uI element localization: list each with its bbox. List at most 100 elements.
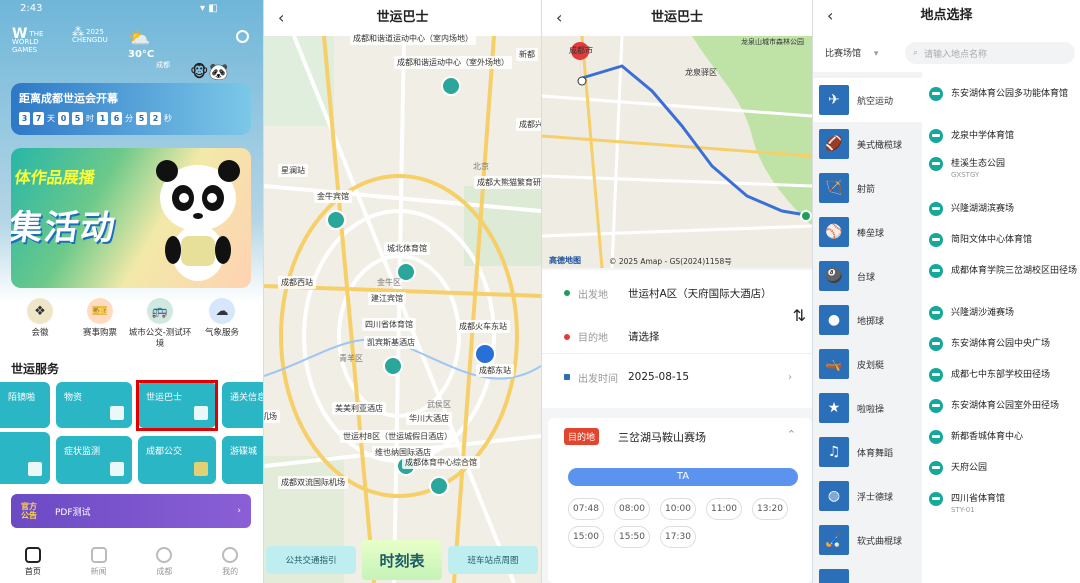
- category-item[interactable]: ★ 啦啦操: [813, 386, 922, 430]
- map-label[interactable]: 华川大酒店: [406, 412, 452, 425]
- venue-item[interactable]: 简阳文体中心体育馆: [929, 232, 1077, 247]
- map-label[interactable]: 成都火车东站: [456, 320, 510, 333]
- map-label[interactable]: 新都: [516, 48, 538, 61]
- header: ‹ 地点选择: [813, 0, 1080, 32]
- destination-value: 请选择: [628, 331, 660, 343]
- map-label[interactable]: 美美利亚酒店: [332, 402, 386, 415]
- map-label[interactable]: 武侯区: [424, 398, 454, 411]
- venue-item[interactable]: 东安湖体育公园中央广场: [929, 336, 1077, 351]
- page-title: 世运巴士: [650, 10, 703, 25]
- category-item[interactable]: ♫ 体育舞蹈: [813, 430, 922, 474]
- weather-widget[interactable]: ⛅ 30°C 成都: [128, 28, 170, 70]
- map-label[interactable]: 金牛宾馆: [314, 190, 352, 203]
- map-label[interactable]: 北京: [470, 160, 492, 173]
- tile-scan[interactable]: 陌镜啪啪审: [0, 382, 50, 428]
- venue-item[interactable]: 兴隆湖湖滨赛场: [929, 201, 1077, 216]
- tile-customs[interactable]: 通关信息: [222, 382, 263, 428]
- map-label[interactable]: 凯宾斯基酒店: [364, 336, 418, 349]
- map-label[interactable]: 城北体育馆: [384, 242, 430, 255]
- map-label[interactable]: 成都西站: [278, 276, 316, 289]
- departure-time-chip[interactable]: 08:00: [614, 498, 650, 520]
- map-label[interactable]: 成都兴: [516, 118, 541, 131]
- category-item[interactable]: 🎱 台球: [813, 254, 922, 298]
- back-arrow-icon[interactable]: ‹: [827, 0, 833, 32]
- category-item[interactable]: 🏹 射箭: [813, 166, 922, 210]
- category-item[interactable]: ● 地掷球: [813, 298, 922, 342]
- city-map[interactable]: [264, 36, 541, 583]
- announcement-bar[interactable]: 官方公告 PDF测试 ›: [11, 494, 251, 528]
- nav-news[interactable]: 新闻: [90, 546, 107, 577]
- map-label[interactable]: 成都双流国际机场: [278, 476, 348, 489]
- departure-time-chip[interactable]: 10:00: [660, 498, 696, 520]
- nav-home[interactable]: 首页: [24, 546, 41, 577]
- venue-item[interactable]: 东安湖体育公园室外田径场: [929, 398, 1077, 413]
- public-transit-button[interactable]: 公共交通指引: [266, 546, 356, 574]
- venue-item[interactable]: 桂溪生态公园 GXSTGY: [929, 156, 1077, 179]
- countdown-card[interactable]: 距离成都世运会开幕 37天05时16分52秒: [11, 83, 251, 135]
- venue-item[interactable]: 四川省体育馆 STY-01: [929, 491, 1077, 514]
- map-label[interactable]: 成都大熊猫繁育研究基地: [474, 176, 541, 189]
- map-label[interactable]: 成都和谐运动中心（室外场地）: [394, 56, 512, 69]
- collapse-icon[interactable]: ⌃: [787, 428, 796, 441]
- origin-row[interactable]: 出发地 世运村A区（天府国际大酒店）: [542, 276, 812, 310]
- map-label[interactable]: 建江宾馆: [368, 292, 406, 305]
- departure-time-chip[interactable]: 07:48: [568, 498, 604, 520]
- category-item[interactable]: 🏑 软式曲棍球: [813, 518, 922, 562]
- search-input[interactable]: ⌕ 请输入地点名称: [905, 42, 1075, 64]
- promo-banner[interactable]: 体作品展播 集活动: [11, 148, 251, 288]
- venue-text: 兴隆湖湖滨赛场: [951, 201, 1014, 214]
- nav-chengdu[interactable]: 成都: [156, 546, 173, 577]
- destination-row[interactable]: 目的地 请选择: [542, 320, 812, 354]
- category-item[interactable]: ⚾ 棒垒球: [813, 210, 922, 254]
- category-item[interactable]: 🛶 皮划艇: [813, 342, 922, 386]
- tile-city-tour[interactable]: 游碟城: [222, 436, 263, 484]
- filter-dropdown[interactable]: 比赛场馆 ▾: [825, 46, 878, 59]
- quick-bus[interactable]: 🚌 城市公交-测试环境: [128, 298, 192, 350]
- tile-chengdu-bus[interactable]: 成都公交: [138, 436, 216, 484]
- map-label[interactable]: 四川省体育馆: [362, 318, 416, 331]
- back-arrow-icon[interactable]: ‹: [278, 0, 284, 36]
- departure-time-chip[interactable]: 15:50: [614, 526, 650, 548]
- quick-tickets[interactable]: 🎫 赛事购票: [68, 298, 132, 339]
- venue-item[interactable]: 天府公园: [929, 460, 1077, 475]
- route-tab[interactable]: TA: [568, 468, 798, 486]
- tile-symptom[interactable]: 症状监测: [56, 436, 132, 484]
- map-label[interactable]: 成都东站: [476, 364, 514, 377]
- date-row[interactable]: 出发时间 2025-08-15 ›: [542, 360, 812, 394]
- home-screen: 2:43 ▾ ◧ W THE WORLD GAMES ⁂ 2025 CHENGDU …: [0, 0, 263, 583]
- tile-supplies[interactable]: 物资: [56, 382, 132, 428]
- category-item[interactable]: ✈ 航空运动: [813, 78, 922, 122]
- map-label[interactable]: 金牛区: [374, 276, 404, 289]
- map-label[interactable]: 青羊区: [336, 352, 366, 365]
- departure-time-chip[interactable]: 11:00: [706, 498, 742, 520]
- venue-item[interactable]: 成都七中东部学校田径场: [929, 367, 1077, 382]
- map-label[interactable]: 成都和谐道运动中心（室内场地）: [350, 32, 476, 45]
- venue-item[interactable]: 东安湖体育公园多功能体育馆: [929, 86, 1077, 101]
- panda-mascot: [156, 160, 240, 281]
- map-label[interactable]: 世运村8区（世运城假日酒店）: [340, 430, 456, 443]
- venue-item[interactable]: 新都香城体育中心: [929, 429, 1077, 444]
- map-label[interactable]: 成都体育中心综合馆: [402, 456, 480, 469]
- station-map-button[interactable]: 班车站点周图: [448, 546, 538, 574]
- swap-icon[interactable]: ⇅: [793, 306, 806, 325]
- category-item[interactable]: [813, 562, 922, 583]
- search-icon[interactable]: [236, 30, 249, 43]
- map-label[interactable]: 机场: [264, 410, 280, 423]
- back-arrow-icon[interactable]: ‹: [556, 0, 562, 36]
- departure-time-chip[interactable]: 13:20: [752, 498, 788, 520]
- venue-item[interactable]: 龙泉中学体育馆: [929, 128, 1077, 143]
- nav-mine[interactable]: 我的: [222, 546, 239, 577]
- map-label[interactable]: 星澜站: [278, 164, 308, 177]
- tile-left-edge[interactable]: [0, 432, 50, 484]
- timetable-button[interactable]: 时刻表: [362, 540, 442, 580]
- venue-item[interactable]: 成都体育学院三岔湖校区田径场: [929, 263, 1077, 278]
- quick-weather[interactable]: ☁ 气象服务: [190, 298, 254, 339]
- venue-item[interactable]: 兴隆湖沙滩赛场: [929, 305, 1077, 320]
- quick-emblem[interactable]: ❖ 会徽: [8, 298, 72, 339]
- category-item[interactable]: 🏈 美式橄榄球: [813, 122, 922, 166]
- departure-time-chip[interactable]: 17:30: [660, 526, 696, 548]
- category-item[interactable]: ◍ 浮士德球: [813, 474, 922, 518]
- departure-time-chip[interactable]: 15:00: [568, 526, 604, 548]
- header: ‹ 世运巴士: [264, 0, 541, 36]
- route-map[interactable]: [542, 36, 812, 268]
